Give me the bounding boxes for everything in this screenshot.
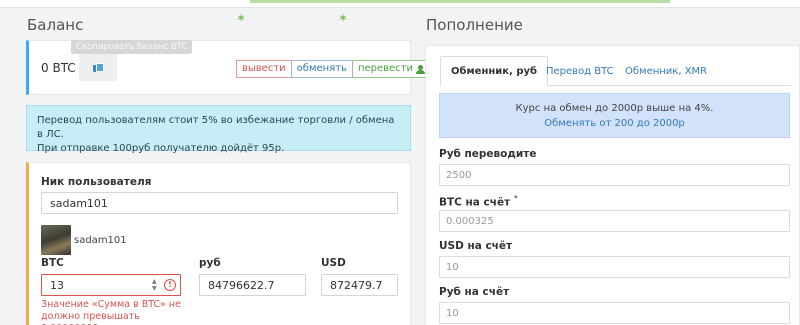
balance-title: Баланс xyxy=(27,16,84,34)
rub-send-label: Руб переводите xyxy=(439,148,537,160)
rate-text: Курс на обмен до 2000р выше на 4%. xyxy=(515,103,714,114)
copy-balance-button[interactable] xyxy=(79,54,117,81)
btc-amount-value: 13 xyxy=(50,278,64,292)
transfer-button[interactable]: перевести xyxy=(351,60,431,78)
rub-amount-value: 84796622.7 xyxy=(208,278,275,292)
btc-account-placeholder: 0.000325 xyxy=(446,215,494,227)
withdraw-label: вывести xyxy=(242,63,286,74)
rub-account-placeholder: 10 xyxy=(446,307,459,319)
copy-tooltip: Скопировать баланс BTC xyxy=(71,40,193,54)
transfer-form: Ник пользователя sadam101 sadam101 BTC р… xyxy=(26,162,411,325)
rate-notice: Курс на обмен до 2000р выше на 4%. Обмен… xyxy=(439,93,790,138)
stepper-up-icon: ▲ xyxy=(152,278,157,285)
top-accent xyxy=(250,0,670,3)
topup-title: Пополнение xyxy=(426,16,523,34)
top-strip xyxy=(0,0,800,8)
balance-actions: вывести обменять перевести xyxy=(236,60,431,78)
btc-account-label: BTC на счёт * xyxy=(439,194,518,209)
leaf-icon: ✶ xyxy=(236,11,247,25)
btc-account-label-text: BTC на счёт xyxy=(439,196,511,209)
usd-label: USD xyxy=(321,257,346,269)
tab-exchanger-rub[interactable]: Обменник, руб xyxy=(440,56,548,87)
stepper-down-icon: ▼ xyxy=(152,285,157,292)
usd-amount-value: 872479.7 xyxy=(330,278,383,292)
avatar xyxy=(41,225,71,255)
tab-transfer-btc[interactable]: Перевод BTC xyxy=(536,56,624,86)
nick-input[interactable]: sadam101 xyxy=(41,192,398,214)
btc-amount-input[interactable]: 13 ▲ ▼ ! xyxy=(41,274,181,296)
btc-stepper[interactable]: ▲ ▼ xyxy=(152,278,160,292)
topup-card: Обменник, руб Перевод BTC Обменник, XMR … xyxy=(425,45,800,325)
tab-exchanger-xmr[interactable]: Обменник, XMR xyxy=(615,56,717,86)
rub-account-label: Руб на счёт xyxy=(439,286,510,298)
error-icon: ! xyxy=(164,279,176,291)
copy-icon xyxy=(93,62,104,73)
rub-label: руб xyxy=(199,257,221,269)
exchange-label: обменять xyxy=(296,63,347,74)
exchange-button[interactable]: обменять xyxy=(290,60,353,78)
topup-tabs: Обменник, руб Перевод BTC Обменник, XMR xyxy=(440,56,791,87)
leaf-icon: ✶ xyxy=(338,11,349,25)
nick-label: Ник пользователя xyxy=(41,176,152,188)
nick-value: sadam101 xyxy=(50,196,108,210)
balance-card: 0 BTC Скопировать баланс BTC вывести обм… xyxy=(26,40,431,95)
rub-send-input[interactable]: 2500 xyxy=(439,164,790,186)
usd-account-label: USD на счёт xyxy=(439,240,513,252)
usd-account-placeholder: 10 xyxy=(446,261,459,273)
exchange-range-link[interactable]: Обменять от 200 до 2000р xyxy=(440,116,789,131)
withdraw-button[interactable]: вывести xyxy=(236,60,292,78)
btc-account-input[interactable]: 0.000325 xyxy=(439,210,790,232)
transfer-notice: Перевод пользователям стоит 5% во избежа… xyxy=(26,105,411,154)
btc-label: BTC xyxy=(41,257,64,269)
notice-line-2: При отправке 100руб получателю дойдёт 95… xyxy=(37,143,285,154)
rub-send-placeholder: 2500 xyxy=(446,169,472,181)
btc-error-message: Значение «Сумма в BTC» не должно превыша… xyxy=(41,299,181,325)
rub-amount-input[interactable]: 84796622.7 xyxy=(199,274,306,296)
user-name: sadam101 xyxy=(74,235,127,246)
transfer-label: перевести xyxy=(357,63,413,74)
notice-line-1: Перевод пользователям стоит 5% во избежа… xyxy=(37,115,395,140)
usd-amount-input[interactable]: 872479.7 xyxy=(321,274,398,296)
user-icon xyxy=(416,64,425,74)
required-mark: * xyxy=(513,194,518,203)
rub-account-input[interactable]: 10 xyxy=(439,302,790,324)
balance-amount: 0 BTC xyxy=(41,61,76,75)
usd-account-input[interactable]: 10 xyxy=(439,256,790,278)
